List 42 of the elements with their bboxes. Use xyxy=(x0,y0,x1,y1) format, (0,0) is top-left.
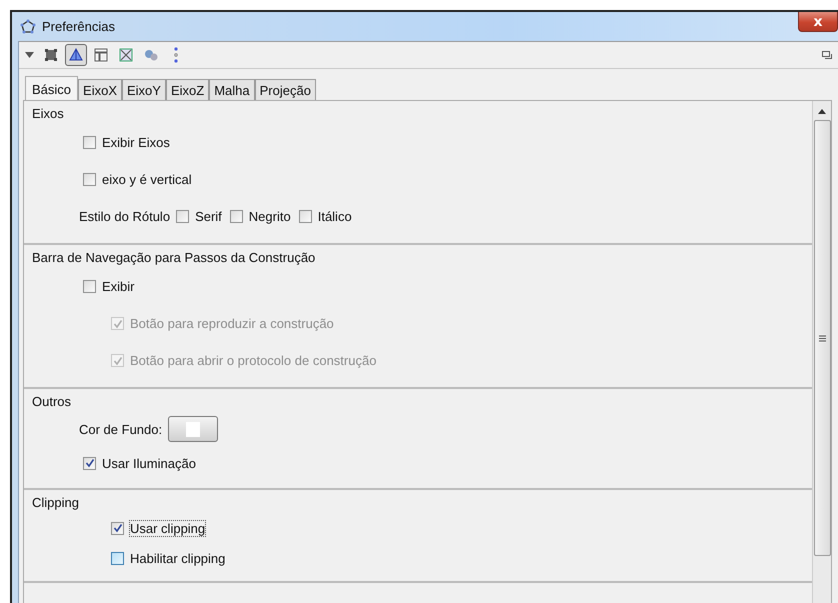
checkbox[interactable] xyxy=(83,280,96,293)
checkbox[interactable] xyxy=(111,522,124,534)
checkbox-label[interactable]: Itálico xyxy=(318,209,352,224)
checkbox[interactable] xyxy=(176,210,190,223)
tab[interactable]: EixoZ xyxy=(166,79,210,100)
section-title: Clipping xyxy=(32,495,80,512)
scrollbar[interactable] xyxy=(812,101,831,603)
tab[interactable]: EixoX xyxy=(78,79,122,100)
checkbox[interactable] xyxy=(83,456,96,470)
toolbar-button[interactable] xyxy=(65,44,87,66)
grip-icon xyxy=(818,334,826,342)
checkbox[interactable] xyxy=(298,210,312,223)
field-label: Cor de Fundo: xyxy=(79,422,162,436)
checkbox-label[interactable]: eixo y é vertical xyxy=(102,172,192,187)
checkbox-label[interactable]: Habilitar clipping xyxy=(130,550,226,566)
polygon-icon xyxy=(20,18,36,34)
restore-icon[interactable] xyxy=(822,51,832,59)
tab[interactable]: EixoY xyxy=(122,79,166,100)
checkbox[interactable] xyxy=(83,173,96,186)
checkbox-label[interactable]: Usar clipping xyxy=(130,520,206,536)
scrollbar-thumb[interactable] xyxy=(814,120,830,556)
close-button[interactable]: x xyxy=(798,12,838,32)
checkbox-label[interactable]: Usar Iluminação xyxy=(102,456,196,470)
color-button[interactable] xyxy=(168,416,218,442)
checkbox[interactable] xyxy=(111,552,124,564)
square-icon xyxy=(43,47,59,63)
section-title: Barra de Navegação para Passos da Construção xyxy=(32,250,316,267)
tab[interactable]: Projeção xyxy=(254,79,316,100)
checkbox[interactable] xyxy=(230,210,243,223)
checkbox[interactable] xyxy=(83,136,96,149)
section-title: Outros xyxy=(32,394,72,411)
checkbox-label[interactable]: Exibir Eixos xyxy=(102,135,170,150)
scroll-up-icon[interactable] xyxy=(818,109,826,114)
checkbox-label[interactable]: Negrito xyxy=(248,209,291,224)
window-title: Preferências xyxy=(42,19,115,34)
field-label: Estilo do Rótulo xyxy=(79,209,170,224)
layout-icon xyxy=(93,47,109,63)
section-title: Eixos xyxy=(32,106,65,123)
tab[interactable]: Malha xyxy=(209,79,255,100)
checkbox-label[interactable]: Serif xyxy=(195,209,222,224)
checkbox-label[interactable]: Exibir xyxy=(102,279,135,294)
tab[interactable]: Básico xyxy=(25,76,78,100)
